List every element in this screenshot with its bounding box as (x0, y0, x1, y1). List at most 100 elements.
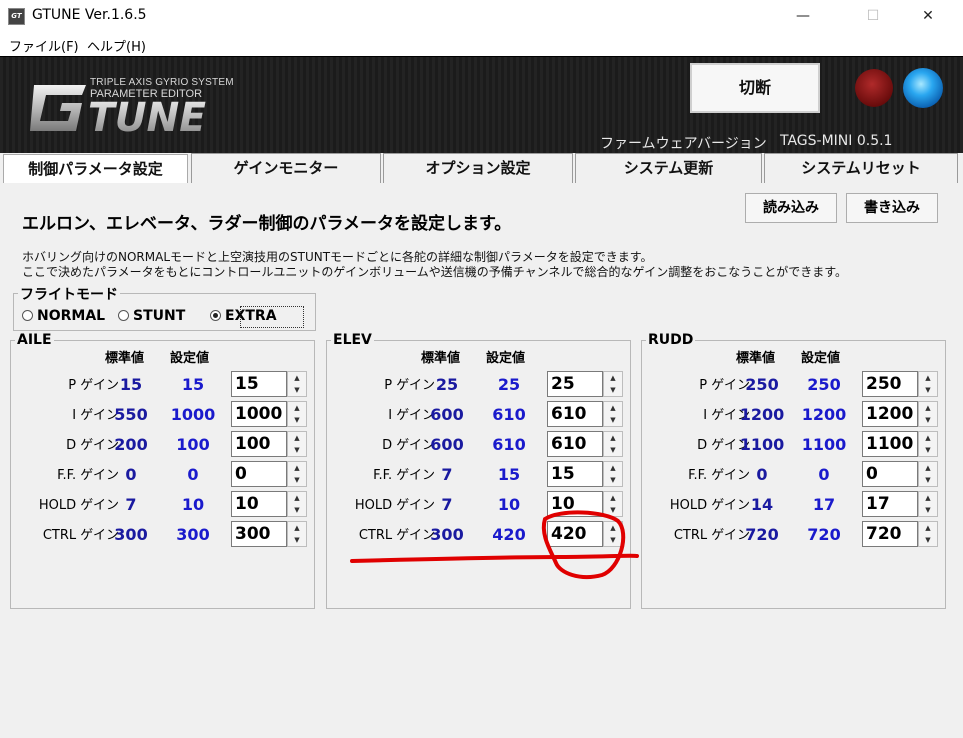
spin-up-icon[interactable]: ▲ (604, 492, 622, 504)
gain-input[interactable]: 720 (862, 521, 918, 547)
menu-help[interactable]: ヘルプ(H) (87, 36, 146, 55)
spin-down-icon[interactable]: ▼ (288, 444, 306, 456)
gain-input[interactable]: 0 (231, 461, 287, 487)
radio-normal-label: NORMAL (37, 308, 106, 324)
load-button[interactable]: 読み込み (745, 193, 837, 223)
gain-stepper[interactable]: 1000 ▲ ▼ (231, 401, 307, 427)
gain-stepper[interactable]: 10 ▲ ▼ (231, 491, 307, 517)
spin-down-icon[interactable]: ▼ (288, 474, 306, 486)
spin-down-icon[interactable]: ▼ (919, 384, 937, 396)
gain-stepper[interactable]: 610 ▲ ▼ (547, 431, 623, 457)
gain-input[interactable]: 610 (547, 431, 603, 457)
minimize-icon[interactable]: — (780, 0, 826, 32)
gain-stepper[interactable]: 17 ▲ ▼ (862, 491, 938, 517)
gain-stepper[interactable]: 720 ▲ ▼ (862, 521, 938, 547)
gain-stepper[interactable]: 0 ▲ ▼ (862, 461, 938, 487)
spin-up-icon[interactable]: ▲ (288, 402, 306, 414)
spin-down-icon[interactable]: ▼ (288, 384, 306, 396)
gain-stepper[interactable]: 15 ▲ ▼ (231, 371, 307, 397)
spin-up-icon[interactable]: ▲ (919, 372, 937, 384)
gain-input[interactable]: 250 (862, 371, 918, 397)
gain-input[interactable]: 300 (231, 521, 287, 547)
gain-stepper[interactable]: 1200 ▲ ▼ (862, 401, 938, 427)
tab-control-params[interactable]: 制御パラメータ設定 (3, 154, 188, 184)
setting-value: 0 (187, 465, 199, 484)
gain-stepper[interactable]: 0 ▲ ▼ (231, 461, 307, 487)
disconnect-button[interactable]: 切断 (690, 63, 820, 113)
spin-down-icon[interactable]: ▼ (919, 414, 937, 426)
gain-stepper[interactable]: 1100 ▲ ▼ (862, 431, 938, 457)
spin-up-icon[interactable]: ▲ (604, 462, 622, 474)
spin-down-icon[interactable]: ▼ (604, 474, 622, 486)
spin-up-icon[interactable]: ▲ (919, 432, 937, 444)
gain-stepper[interactable]: 250 ▲ ▼ (862, 371, 938, 397)
stepper-buttons: ▲ ▼ (918, 401, 938, 427)
tab-system-reset[interactable]: システムリセット (764, 153, 958, 183)
close-icon[interactable]: ✕ (905, 0, 951, 32)
spin-down-icon[interactable]: ▼ (604, 384, 622, 396)
spin-up-icon[interactable]: ▲ (288, 522, 306, 534)
spin-down-icon[interactable]: ▼ (919, 504, 937, 516)
spin-down-icon[interactable]: ▼ (604, 534, 622, 546)
gain-input[interactable]: 420 (547, 521, 603, 547)
write-button[interactable]: 書き込み (846, 193, 938, 223)
setting-value: 15 (497, 465, 521, 484)
gain-row-label: CTRL ゲイン (673, 528, 750, 543)
gain-input[interactable]: 25 (547, 371, 603, 397)
tab-system-update[interactable]: システム更新 (575, 153, 762, 183)
gain-stepper[interactable]: 610 ▲ ▼ (547, 401, 623, 427)
spin-up-icon[interactable]: ▲ (288, 432, 306, 444)
gain-input[interactable]: 17 (862, 491, 918, 517)
gain-stepper[interactable]: 25 ▲ ▼ (547, 371, 623, 397)
maximize-icon[interactable]: ☐ (850, 0, 896, 32)
spin-down-icon[interactable]: ▼ (288, 534, 306, 546)
spin-down-icon[interactable]: ▼ (604, 444, 622, 456)
gain-stepper[interactable]: 100 ▲ ▼ (231, 431, 307, 457)
spin-up-icon[interactable]: ▲ (919, 522, 937, 534)
gain-input[interactable]: 1100 (862, 431, 918, 457)
spin-up-icon[interactable]: ▲ (604, 402, 622, 414)
column-header-setting: 設定値 (170, 351, 210, 366)
gain-input[interactable]: 1200 (862, 401, 918, 427)
spin-down-icon[interactable]: ▼ (919, 444, 937, 456)
gain-stepper[interactable]: 10 ▲ ▼ (547, 491, 623, 517)
spin-down-icon[interactable]: ▼ (288, 414, 306, 426)
spin-up-icon[interactable]: ▲ (604, 522, 622, 534)
spin-up-icon[interactable]: ▲ (288, 372, 306, 384)
gain-input[interactable]: 0 (862, 461, 918, 487)
radio-extra[interactable]: EXTRA (210, 308, 277, 324)
spin-up-icon[interactable]: ▲ (604, 372, 622, 384)
radio-stunt[interactable]: STUNT (118, 308, 185, 324)
gain-input[interactable]: 100 (231, 431, 287, 457)
menu-file[interactable]: ファイル(F) (9, 36, 79, 55)
gain-input[interactable]: 15 (231, 371, 287, 397)
gain-stepper[interactable]: 300 ▲ ▼ (231, 521, 307, 547)
gain-input[interactable]: 610 (547, 401, 603, 427)
spin-down-icon[interactable]: ▼ (604, 504, 622, 516)
spin-up-icon[interactable]: ▲ (288, 492, 306, 504)
group-title: ELEV (331, 332, 374, 348)
spin-up-icon[interactable]: ▲ (604, 432, 622, 444)
gain-stepper[interactable]: 420 ▲ ▼ (547, 521, 623, 547)
tab-gain-monitor[interactable]: ゲインモニター (191, 153, 381, 183)
gain-row-label: D ゲイン (382, 438, 435, 453)
spin-up-icon[interactable]: ▲ (288, 462, 306, 474)
spin-down-icon[interactable]: ▼ (919, 534, 937, 546)
column-header-standard: 標準値 (736, 351, 776, 366)
spin-up-icon[interactable]: ▲ (919, 462, 937, 474)
gain-input[interactable]: 15 (547, 461, 603, 487)
column-header-setting: 設定値 (486, 351, 526, 366)
gain-stepper[interactable]: 15 ▲ ▼ (547, 461, 623, 487)
gain-input[interactable]: 10 (547, 491, 603, 517)
spin-up-icon[interactable]: ▲ (919, 402, 937, 414)
gain-input[interactable]: 10 (231, 491, 287, 517)
setting-value: 300 (176, 525, 210, 544)
gain-input[interactable]: 1000 (231, 401, 287, 427)
spin-down-icon[interactable]: ▼ (919, 474, 937, 486)
spin-down-icon[interactable]: ▼ (604, 414, 622, 426)
spin-down-icon[interactable]: ▼ (288, 504, 306, 516)
spin-up-icon[interactable]: ▲ (919, 492, 937, 504)
gain-row-label: I ゲイン (703, 408, 750, 423)
radio-normal[interactable]: NORMAL (22, 308, 105, 324)
tab-options[interactable]: オプション設定 (383, 153, 573, 183)
